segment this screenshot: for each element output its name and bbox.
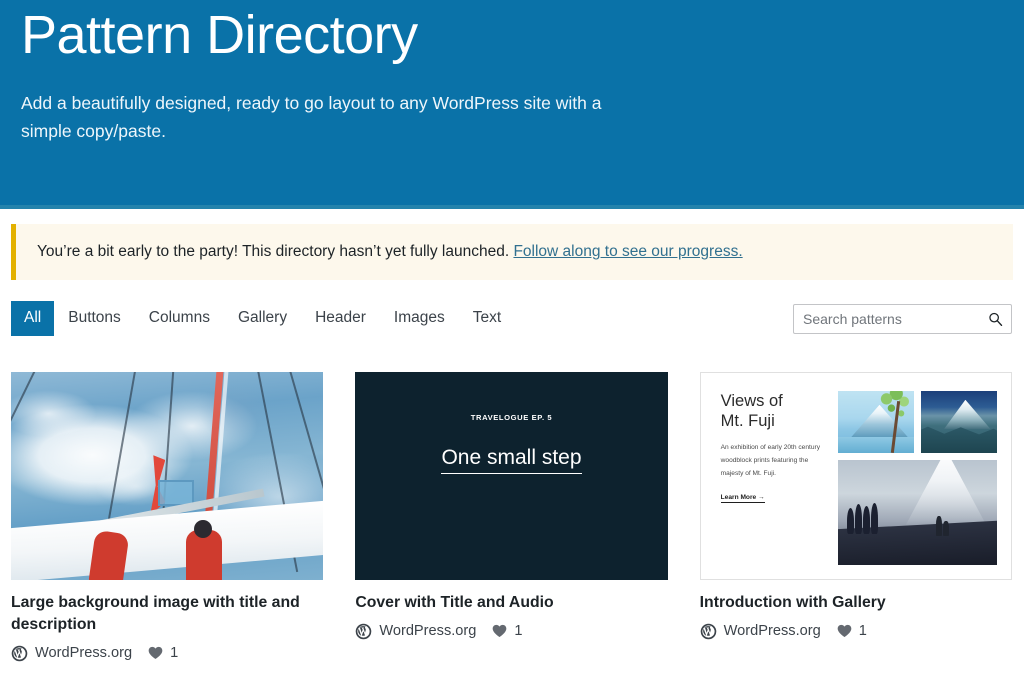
- tab-buttons[interactable]: Buttons: [54, 301, 135, 336]
- heart-icon[interactable]: [148, 646, 163, 660]
- sailboat-illustration: [11, 372, 324, 581]
- silhouette-tree: [863, 505, 871, 534]
- tab-text[interactable]: Text: [459, 301, 515, 336]
- fuji-text-column: Views of Mt. Fuji An exhibition of early…: [720, 391, 826, 565]
- pattern-preview-watercolor[interactable]: [11, 372, 324, 581]
- tab-all[interactable]: All: [11, 301, 55, 337]
- pattern-card[interactable]: TRAVELOGUE EP. 5 One small step Cover wi…: [355, 372, 668, 662]
- woodblock-print-dusk-peak: [920, 391, 997, 454]
- tab-header[interactable]: Header: [301, 301, 380, 336]
- wordpress-logo-icon: [700, 623, 716, 640]
- fuji-image-row-top: [837, 391, 997, 454]
- fuji-heading-line2: Mt. Fuji: [720, 412, 775, 431]
- sailor-figure: [185, 520, 222, 581]
- silhouette-figure: [936, 515, 943, 536]
- cover-eyebrow: TRAVELOGUE EP. 5: [470, 413, 553, 423]
- pattern-meta: WordPress.org 1: [355, 623, 667, 640]
- cover-heading: One small step: [441, 445, 582, 475]
- launch-notice: You’re a bit early to the party! This di…: [11, 224, 1013, 281]
- pattern-card[interactable]: Large background image with title and de…: [11, 372, 324, 662]
- pattern-card[interactable]: Views of Mt. Fuji An exhibition of early…: [699, 372, 1012, 662]
- wordpress-logo-icon: [356, 623, 372, 640]
- tab-gallery[interactable]: Gallery: [224, 301, 301, 336]
- page-title: Pattern Directory: [21, 5, 418, 65]
- fuji-heading-line1: Views of: [720, 392, 783, 411]
- pattern-preview-cover[interactable]: TRAVELOGUE EP. 5 One small step: [355, 372, 668, 581]
- pattern-title[interactable]: Cover with Title and Audio: [355, 592, 667, 614]
- silhouette-tree: [871, 502, 879, 534]
- notice-container: You’re a bit early to the party! This di…: [0, 209, 1024, 281]
- sailor-figure: [88, 530, 130, 581]
- silhouette-tree: [847, 507, 855, 534]
- woodblock-print-misty-fuji: [837, 460, 997, 566]
- woodblock-print-lake-tree: [837, 391, 914, 454]
- page-subtitle: Add a beautifully designed, ready to go …: [21, 92, 602, 142]
- category-tabs: All Buttons Columns Gallery Header Image…: [11, 301, 515, 337]
- pattern-author: WordPress.org: [379, 623, 477, 640]
- silhouette-figure: [942, 520, 949, 536]
- search-input[interactable]: [793, 303, 1012, 334]
- pattern-meta: WordPress.org 1: [700, 623, 1012, 640]
- wordpress-logo-icon: [11, 645, 28, 661]
- dark-cover-illustration: TRAVELOGUE EP. 5 One small step: [355, 372, 668, 581]
- fuji-image-column: [837, 391, 997, 566]
- notice-link[interactable]: Follow along to see our progress.: [513, 243, 742, 260]
- sailor-head: [193, 520, 212, 539]
- heart-icon[interactable]: [837, 624, 852, 638]
- filter-bar: All Buttons Columns Gallery Header Image…: [0, 280, 1024, 337]
- fuji-body-text: An exhibition of early 20th century wood…: [720, 444, 820, 477]
- notice-text: You’re a bit early to the party! This di…: [37, 243, 514, 260]
- pattern-title[interactable]: Large background image with title and de…: [11, 592, 323, 636]
- mountain-shape: [904, 460, 988, 528]
- fuji-learn-more-link[interactable]: Learn More →: [720, 494, 765, 503]
- pattern-author: WordPress.org: [35, 645, 133, 662]
- heart-icon[interactable]: [492, 624, 507, 638]
- pattern-grid: Large background image with title and de…: [0, 336, 1024, 662]
- pattern-title[interactable]: Introduction with Gallery: [700, 592, 1012, 614]
- fuji-gallery-illustration: Views of Mt. Fuji An exhibition of early…: [699, 372, 1012, 581]
- pattern-meta: WordPress.org 1: [11, 645, 323, 662]
- tab-images[interactable]: Images: [380, 301, 459, 336]
- pattern-preview-gallery[interactable]: Views of Mt. Fuji An exhibition of early…: [699, 372, 1012, 581]
- search-container: [793, 303, 1012, 334]
- pattern-author: WordPress.org: [723, 623, 821, 640]
- page-hero: Pattern Directory Add a beautifully desi…: [0, 0, 1024, 209]
- silhouette-tree: [855, 503, 863, 534]
- hero-bottom-edge: [0, 205, 1024, 209]
- mountain-shape: [943, 399, 991, 430]
- favorite-count: 1: [514, 623, 523, 640]
- tab-columns[interactable]: Columns: [135, 301, 224, 336]
- favorite-count: 1: [858, 623, 867, 640]
- favorite-count: 1: [170, 645, 179, 662]
